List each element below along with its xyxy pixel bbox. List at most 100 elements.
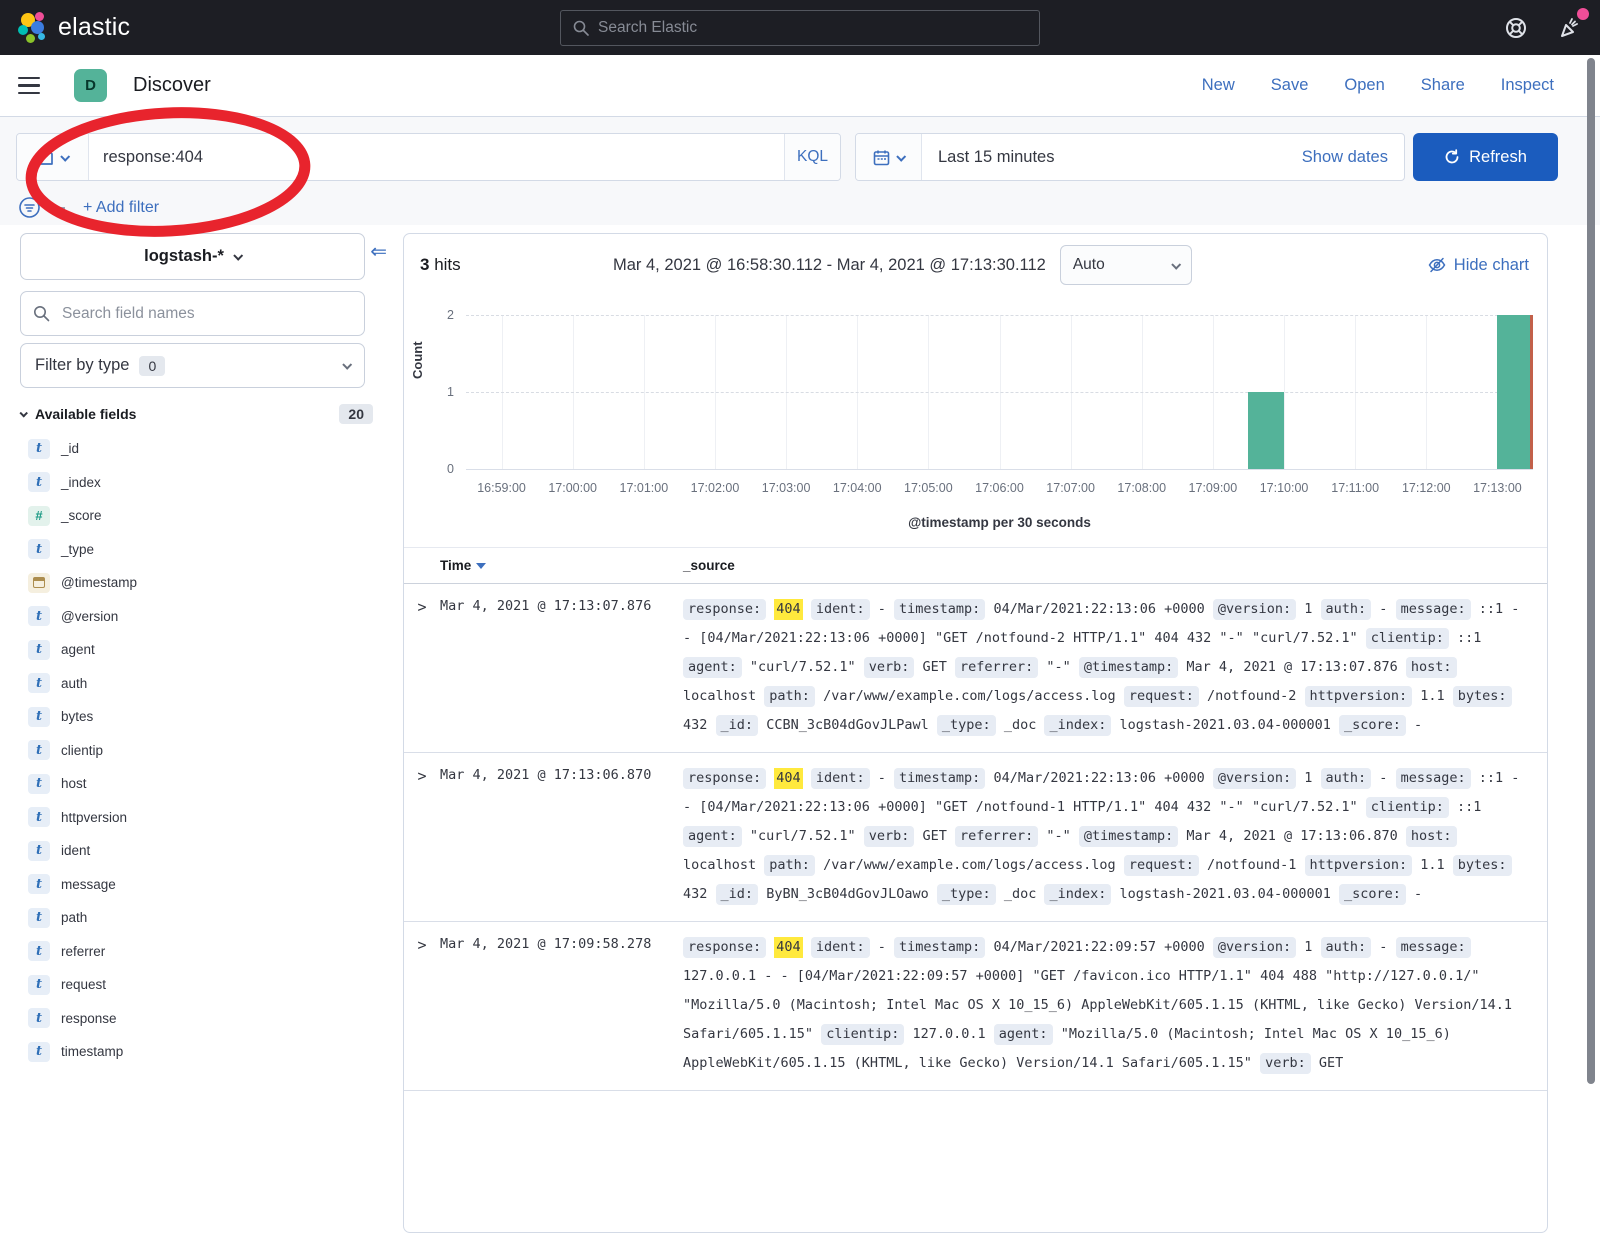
date-quick-menu-button[interactable] <box>856 134 922 180</box>
field-type-icon: # <box>28 506 50 526</box>
new-button[interactable]: New <box>1202 76 1235 95</box>
table-row: >Mar 4, 2021 @ 17:13:07.876response: 404… <box>404 584 1547 753</box>
x-tick-label: 16:59:00 <box>477 481 526 495</box>
field-name: @timestamp <box>61 575 137 590</box>
time-column-header[interactable]: Time <box>440 558 683 573</box>
field-name-badge: request: <box>1124 855 1199 876</box>
field-name-badge: @timestamp: <box>1079 657 1178 678</box>
field-type-icon: t <box>28 640 50 660</box>
menu-icon[interactable] <box>18 77 40 95</box>
field-value: "-" <box>1046 828 1070 844</box>
saved-query-menu-button[interactable] <box>17 134 89 180</box>
field-name-badge: host: <box>1406 826 1457 847</box>
field-value: 127.0.0.1 <box>912 1026 985 1042</box>
field-value: "curl/7.52.1" <box>750 659 856 675</box>
inspect-button[interactable]: Inspect <box>1501 76 1554 95</box>
filter-icon[interactable] <box>18 196 41 219</box>
field-type-icon: t <box>28 874 50 894</box>
field-search-box[interactable] <box>20 291 365 336</box>
x-tick-label: 17:09:00 <box>1189 481 1238 495</box>
field-item-agent[interactable]: tagent <box>20 633 379 667</box>
field-name-badge: @version: <box>1213 599 1296 620</box>
field-name-badge: timestamp: <box>894 599 985 620</box>
histogram-bar[interactable] <box>1248 392 1284 469</box>
histogram-bar[interactable] <box>1497 315 1533 469</box>
available-fields-accordion[interactable]: Available fields 20 <box>20 404 379 424</box>
y-tick-label: 1 <box>447 385 454 399</box>
news-icon[interactable] <box>1558 16 1582 40</box>
field-name: httpversion <box>61 810 127 825</box>
expand-row-icon[interactable]: > <box>404 595 440 740</box>
share-button[interactable]: Share <box>1421 76 1465 95</box>
expand-row-icon[interactable]: > <box>404 933 440 1078</box>
expand-row-icon[interactable]: > <box>404 764 440 909</box>
filter-by-type-select[interactable]: Filter by type 0 <box>20 343 365 388</box>
field-value: 432 <box>683 717 707 733</box>
x-axis-label: @timestamp per 30 seconds <box>466 515 1533 530</box>
collapse-sidebar-icon[interactable]: ⇐ <box>370 239 387 264</box>
hide-chart-button[interactable]: Hide chart <box>1428 256 1529 275</box>
kql-button[interactable]: KQL <box>784 134 840 180</box>
field-name-badge: bytes: <box>1453 855 1512 876</box>
field-item-_score[interactable]: #_score <box>20 499 379 533</box>
query-bar: KQL <box>16 133 841 181</box>
field-item-@timestamp[interactable]: @timestamp <box>20 566 379 600</box>
field-name: _index <box>61 475 101 490</box>
elastic-logo-icon <box>18 12 48 44</box>
show-dates-button[interactable]: Show dates <box>1302 148 1404 167</box>
x-tick-label: 17:00:00 <box>548 481 597 495</box>
query-input[interactable] <box>89 134 784 180</box>
chevron-down-icon <box>1171 259 1181 269</box>
field-name-badge: _score: <box>1339 884 1406 905</box>
add-filter-button[interactable]: + Add filter <box>83 199 159 217</box>
field-item-response[interactable]: tresponse <box>20 1002 379 1036</box>
field-name: _id <box>61 441 79 456</box>
field-item-httpversion[interactable]: thttpversion <box>20 801 379 835</box>
help-icon[interactable] <box>1504 16 1528 40</box>
field-search-input[interactable] <box>60 304 352 324</box>
field-name-badge: verb: <box>864 826 915 847</box>
row-time: Mar 4, 2021 @ 17:13:06.870 <box>440 764 683 909</box>
x-tick-label: 17:01:00 <box>619 481 668 495</box>
field-item-bytes[interactable]: tbytes <box>20 700 379 734</box>
field-item-message[interactable]: tmessage <box>20 868 379 902</box>
field-name: request <box>61 977 106 992</box>
field-type-icon: t <box>28 673 50 693</box>
field-value: - <box>1379 601 1387 617</box>
global-search-box[interactable]: Search Elastic <box>560 10 1040 46</box>
refresh-button[interactable]: Refresh <box>1413 133 1558 181</box>
grid-line <box>466 315 1533 316</box>
field-item-timestamp[interactable]: ttimestamp <box>20 1035 379 1069</box>
field-name-badge: _type: <box>937 884 996 905</box>
field-name-badge: _score: <box>1339 715 1406 736</box>
field-name-badge: auth: <box>1321 599 1372 620</box>
field-item-_index[interactable]: t_index <box>20 466 379 500</box>
discover-app-badge[interactable]: D <box>74 69 107 102</box>
save-button[interactable]: Save <box>1271 76 1309 95</box>
field-item-_id[interactable]: t_id <box>20 432 379 466</box>
field-item-clientip[interactable]: tclientip <box>20 734 379 768</box>
field-item-path[interactable]: tpath <box>20 901 379 935</box>
index-pattern-select[interactable]: logstash-* <box>20 233 365 280</box>
time-range-value[interactable]: Last 15 minutes <box>922 148 1302 167</box>
field-name-badge: message: <box>1396 599 1471 620</box>
field-item-_type[interactable]: t_type <box>20 533 379 567</box>
field-name-badge: ident: <box>811 768 870 789</box>
field-value: Mar 4, 2021 @ 17:13:07.876 <box>1186 659 1397 675</box>
field-name-badge: agent: <box>683 826 742 847</box>
page-scrollbar[interactable] <box>1587 58 1595 1084</box>
field-value: CCBN_3cB04dGovJLPawl <box>766 717 929 733</box>
field-item-ident[interactable]: tident <box>20 834 379 868</box>
elastic-logo[interactable]: elastic <box>18 12 130 44</box>
open-button[interactable]: Open <box>1344 76 1384 95</box>
field-item-auth[interactable]: tauth <box>20 667 379 701</box>
field-value: ::1 <box>1457 799 1481 815</box>
field-item-host[interactable]: thost <box>20 767 379 801</box>
field-item-request[interactable]: trequest <box>20 968 379 1002</box>
field-item-@version[interactable]: t@version <box>20 600 379 634</box>
hits-count: 3 hits <box>420 255 595 275</box>
field-item-referrer[interactable]: treferrer <box>20 935 379 969</box>
results-panel: 3 hits Mar 4, 2021 @ 16:58:30.112 - Mar … <box>403 233 1548 1233</box>
row-source: response: 404 ident: - timestamp: 04/Mar… <box>683 933 1547 1078</box>
interval-select[interactable]: Auto <box>1060 245 1192 285</box>
